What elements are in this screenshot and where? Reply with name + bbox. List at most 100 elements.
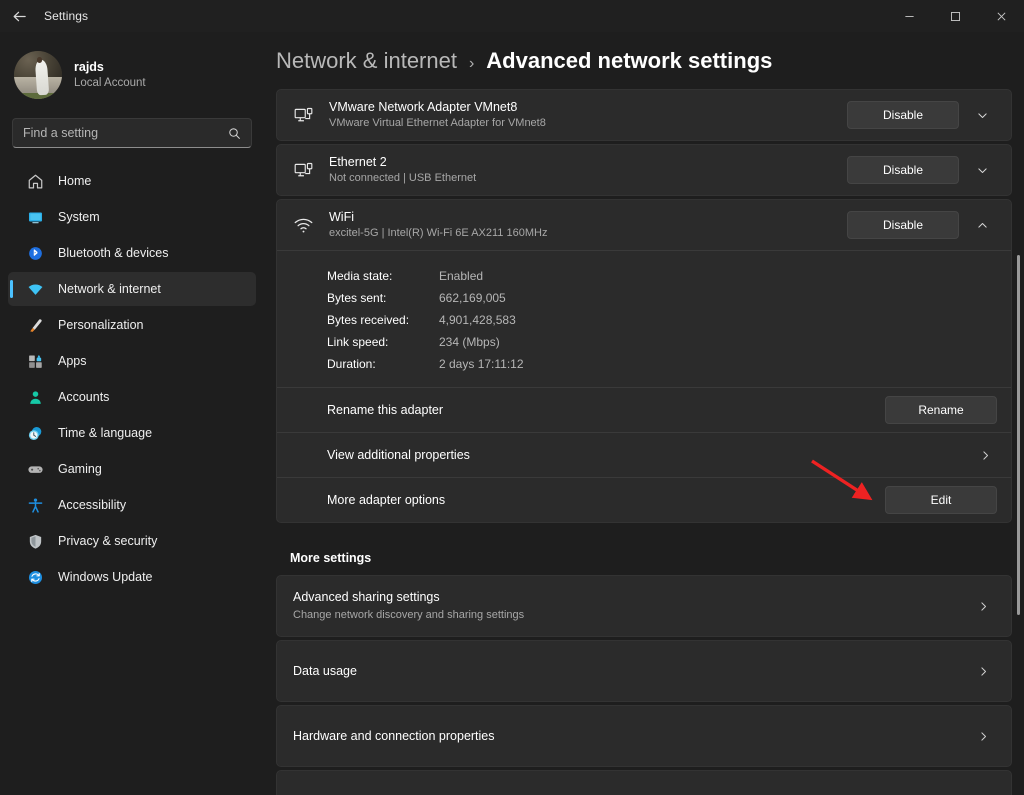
accessibility-icon (26, 496, 44, 514)
stat-label: Duration: (327, 357, 439, 371)
main-panel: Network & internet › Advanced network se… (264, 32, 1024, 795)
sidebar-item-gaming[interactable]: Gaming (8, 452, 256, 486)
stat-row: Media state:Enabled (327, 265, 1011, 287)
stat-row: Duration:2 days 17:11:12 (327, 353, 1011, 375)
chevron-down-icon[interactable] (967, 101, 997, 129)
edit-button[interactable]: Edit (885, 486, 997, 514)
ethernet-icon (291, 158, 315, 182)
setting-card-advanced-sharing-settings[interactable]: Advanced sharing settings Change network … (276, 575, 1012, 637)
sidebar-nav: Home System Bluetooth & devices Network & i… (0, 164, 264, 594)
chevron-up-icon[interactable] (967, 211, 997, 239)
sidebar-item-system[interactable]: System (8, 200, 256, 234)
maximize-icon[interactable] (932, 0, 978, 32)
setting-card-hardware-and-connection-properties[interactable]: Hardware and connection properties (276, 705, 1012, 767)
close-icon[interactable] (978, 0, 1024, 32)
back-arrow-icon[interactable] (0, 0, 38, 32)
apps-icon (26, 352, 44, 370)
settings-content: VMware Network Adapter VMnet8 VMware Vir… (276, 89, 1012, 795)
setting-title: Advanced sharing settings (293, 589, 971, 606)
sidebar-item-time-language[interactable]: Time & language (8, 416, 256, 450)
adapter-row[interactable]: WiFi excitel-5G | Intel(R) Wi-Fi 6E AX21… (277, 200, 1011, 250)
sidebar-item-accounts[interactable]: Accounts (8, 380, 256, 414)
chevron-down-icon[interactable] (967, 156, 997, 184)
action-label: More adapter options (327, 493, 885, 507)
stat-row: Bytes received:4,901,428,583 (327, 309, 1011, 331)
wifi-stats: Media state:EnabledBytes sent:662,169,00… (277, 251, 1011, 387)
vertical-scrollbar[interactable] (1017, 255, 1020, 615)
setting-subtitle: Change network discovery and sharing set… (293, 608, 971, 623)
sidebar-item-label: Personalization (58, 318, 143, 332)
adapter-name: VMware Network Adapter VMnet8 (329, 99, 847, 115)
breadcrumb: Network & internet › Advanced network se… (264, 32, 1024, 74)
disable-button[interactable]: Disable (847, 101, 959, 129)
setting-title: Data usage (293, 663, 971, 680)
sidebar-item-label: Home (58, 174, 91, 188)
disable-button[interactable]: Disable (847, 211, 959, 239)
adapter-description: Not connected | USB Ethernet (329, 171, 847, 185)
wifi-icon (291, 213, 315, 237)
stat-label: Bytes sent: (327, 291, 439, 305)
adapter-row[interactable]: Ethernet 2 Not connected | USB Ethernet … (277, 145, 1011, 195)
adapter-card-ethernet2: Ethernet 2 Not connected | USB Ethernet … (276, 144, 1012, 196)
system-icon (26, 208, 44, 226)
page-title: Advanced network settings (486, 48, 772, 74)
adapter-card-vmnet8: VMware Network Adapter VMnet8 VMware Vir… (276, 89, 1012, 141)
search-input[interactable] (23, 126, 228, 140)
adapter-card-wifi: WiFi excitel-5G | Intel(R) Wi-Fi 6E AX21… (276, 199, 1012, 523)
chevron-right-icon (971, 730, 995, 743)
view-additional-properties-row[interactable]: View additional properties (277, 433, 1011, 477)
settings-window: Settings rajds Local Ac (0, 0, 1024, 795)
sidebar-item-label: Accounts (58, 390, 109, 404)
chevron-right-icon (971, 600, 995, 613)
sidebar-item-apps[interactable]: Apps (8, 344, 256, 378)
adapter-description: VMware Virtual Ethernet Adapter for VMne… (329, 116, 847, 130)
adapter-row[interactable]: VMware Network Adapter VMnet8 VMware Vir… (277, 90, 1011, 140)
minimize-icon[interactable] (886, 0, 932, 32)
account-name: rajds (74, 60, 146, 76)
disable-button[interactable]: Disable (847, 156, 959, 184)
sidebar-item-personalization[interactable]: Personalization (8, 308, 256, 342)
more-settings-list: Advanced sharing settings Change network … (276, 575, 1012, 795)
sidebar-item-home[interactable]: Home (8, 164, 256, 198)
window-title: Settings (44, 9, 88, 23)
sidebar-item-label: System (58, 210, 100, 224)
sidebar-item-bluetooth-devices[interactable]: Bluetooth & devices (8, 236, 256, 270)
stat-value: 2 days 17:11:12 (439, 357, 524, 371)
stat-value: 234 (Mbps) (439, 335, 500, 349)
chevron-right-icon (971, 665, 995, 678)
account-summary[interactable]: rajds Local Account (0, 40, 264, 104)
sidebar-item-label: Accessibility (58, 498, 126, 512)
shield-icon (26, 532, 44, 550)
breadcrumb-separator-icon: › (469, 55, 474, 73)
brush-icon (26, 316, 44, 334)
setting-title: Hardware and connection properties (293, 728, 971, 745)
sidebar: rajds Local Account Home System Bluetooth … (0, 32, 264, 795)
sidebar-item-privacy-security[interactable]: Privacy & security (8, 524, 256, 558)
sidebar-item-accessibility[interactable]: Accessibility (8, 488, 256, 522)
sidebar-item-label: Apps (58, 354, 87, 368)
sidebar-item-network-internet[interactable]: Network & internet (8, 272, 256, 306)
title-bar: Settings (0, 0, 1024, 32)
sidebar-item-windows-update[interactable]: Windows Update (8, 560, 256, 594)
sidebar-item-label: Time & language (58, 426, 152, 440)
clock-icon (26, 424, 44, 442)
setting-card-network-reset[interactable]: Network reset (276, 770, 1012, 795)
search-icon[interactable] (228, 127, 241, 140)
breadcrumb-parent[interactable]: Network & internet (276, 48, 457, 74)
chevron-right-icon (973, 449, 997, 462)
stat-label: Link speed: (327, 335, 439, 349)
rename-button[interactable]: Rename (885, 396, 997, 424)
sidebar-item-label: Windows Update (58, 570, 153, 584)
account-type: Local Account (74, 76, 146, 90)
search-container (12, 118, 252, 148)
window-controls (886, 0, 1024, 32)
avatar (14, 51, 62, 99)
ethernet-icon (291, 103, 315, 127)
sidebar-item-label: Network & internet (58, 282, 161, 296)
sidebar-item-label: Bluetooth & devices (58, 246, 169, 260)
action-label: View additional properties (327, 448, 973, 462)
home-icon (26, 172, 44, 190)
setting-card-data-usage[interactable]: Data usage (276, 640, 1012, 702)
adapter-name: WiFi (329, 209, 847, 225)
stat-label: Bytes received: (327, 313, 439, 327)
